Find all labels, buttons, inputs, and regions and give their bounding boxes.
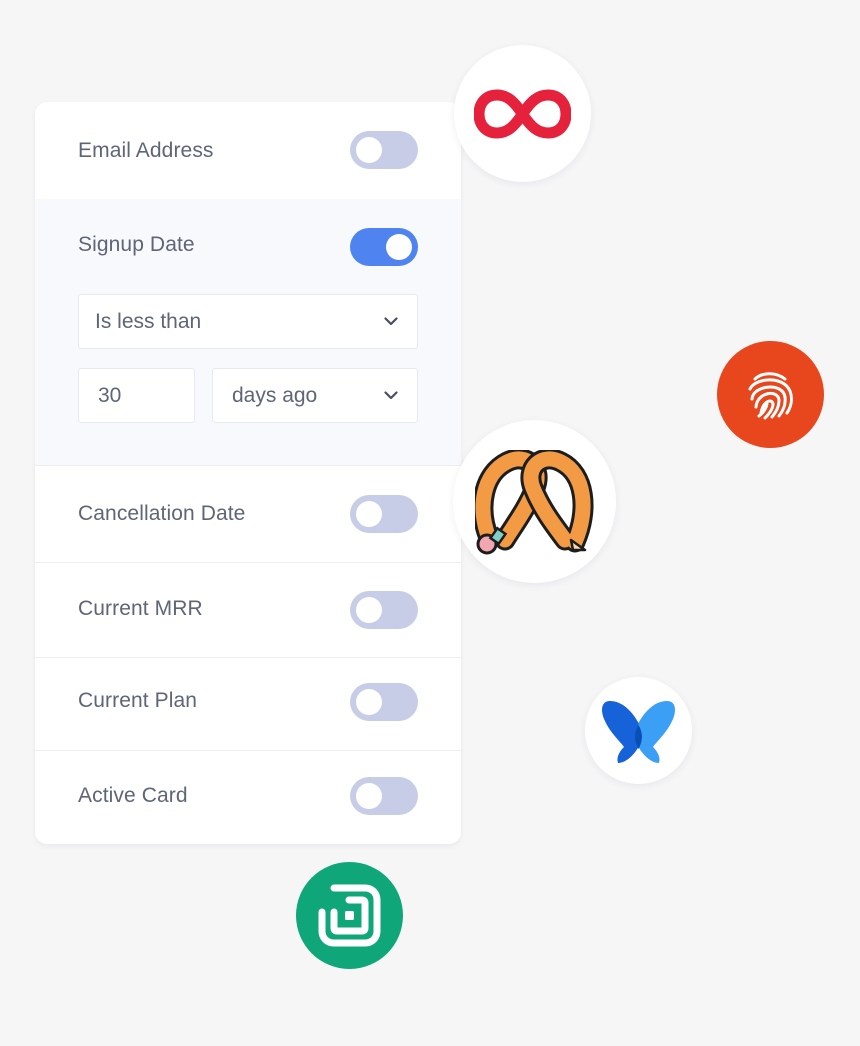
active-card-toggle[interactable] bbox=[350, 777, 418, 815]
fingerprint-logo-bubble bbox=[717, 341, 824, 448]
filter-row-email-address: Email Address bbox=[35, 102, 461, 200]
filter-row-cancellation-date: Cancellation Date bbox=[35, 465, 461, 563]
filter-row-current-mrr: Current MRR bbox=[35, 562, 461, 658]
filter-label: Email Address bbox=[78, 139, 214, 162]
pretzel-pencil-logo-icon bbox=[475, 450, 594, 555]
unit-select[interactable]: days ago bbox=[212, 368, 418, 423]
chevron-down-icon bbox=[384, 391, 398, 400]
amount-input[interactable]: 30 bbox=[78, 368, 195, 423]
unit-select-value: days ago bbox=[232, 384, 318, 407]
current-mrr-toggle[interactable] bbox=[350, 591, 418, 629]
filter-label: Current MRR bbox=[78, 597, 203, 620]
cancellation-date-toggle[interactable] bbox=[350, 495, 418, 533]
fingerprint-logo-icon bbox=[748, 372, 793, 420]
signup-date-toggle[interactable] bbox=[350, 228, 418, 266]
infinity-logo-icon bbox=[474, 89, 571, 139]
toggle-knob bbox=[356, 597, 382, 623]
infinity-logo-bubble bbox=[454, 45, 591, 182]
pretzel-pencil-logo-bubble bbox=[453, 420, 616, 583]
filter-label: Signup Date bbox=[78, 233, 195, 256]
filter-label: Active Card bbox=[78, 784, 188, 807]
filter-label: Cancellation Date bbox=[78, 502, 246, 525]
square-spiral-logo-bubble bbox=[296, 862, 403, 969]
toggle-knob bbox=[356, 137, 382, 163]
toggle-knob bbox=[356, 689, 382, 715]
toggle-knob bbox=[386, 234, 412, 260]
filter-label: Current Plan bbox=[78, 689, 198, 712]
square-spiral-logo-icon bbox=[318, 884, 381, 947]
amount-input-value: 30 bbox=[98, 384, 122, 407]
toggle-knob bbox=[356, 783, 382, 809]
current-plan-toggle[interactable] bbox=[350, 683, 418, 721]
operator-select[interactable]: Is less than bbox=[78, 294, 418, 349]
email-address-toggle[interactable] bbox=[350, 131, 418, 169]
filter-row-active-card: Active Card bbox=[35, 750, 461, 844]
filter-row-current-plan: Current Plan bbox=[35, 657, 461, 751]
butterfly-logo-icon bbox=[602, 701, 675, 763]
butterfly-logo-bubble bbox=[585, 677, 692, 784]
filter-row-signup-date: Signup Date Is less than 30 days ago bbox=[35, 199, 461, 466]
filter-panel: Email Address Signup Date Is less than 3… bbox=[35, 102, 461, 844]
chevron-down-icon bbox=[384, 317, 398, 326]
toggle-knob bbox=[356, 501, 382, 527]
operator-select-value: Is less than bbox=[95, 310, 202, 333]
